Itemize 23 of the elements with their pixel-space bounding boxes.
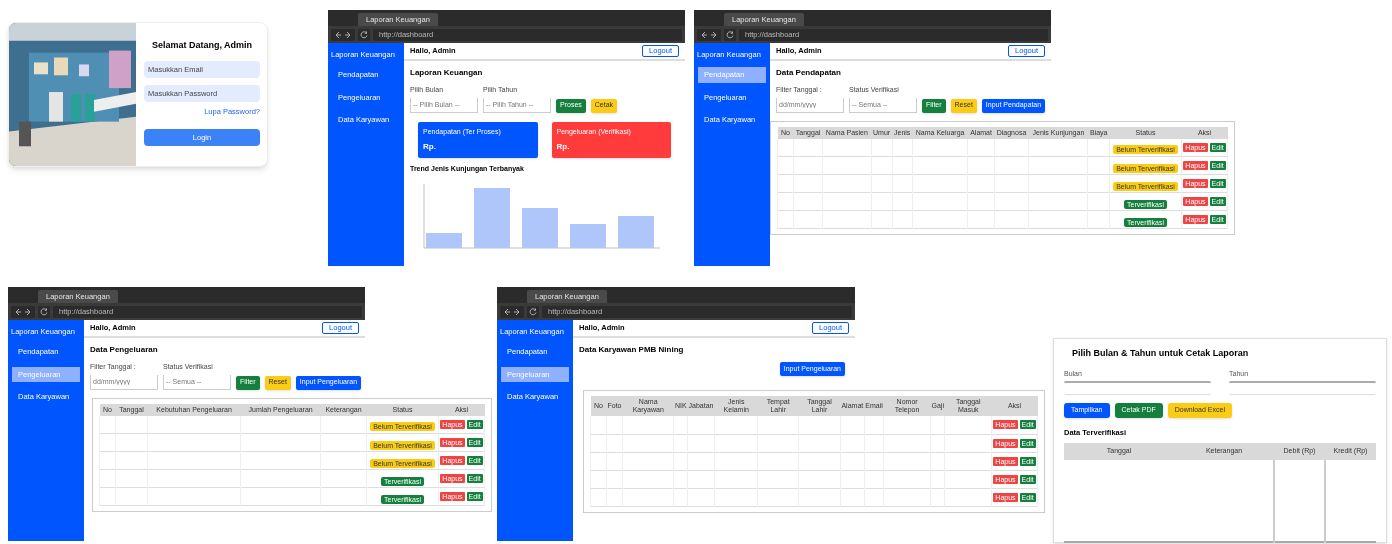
back-forward-icon <box>11 305 35 318</box>
back-forward-icon <box>697 28 721 41</box>
bar <box>474 188 510 248</box>
reload-icon <box>38 305 50 318</box>
reload-icon <box>358 28 370 41</box>
bar <box>522 208 558 248</box>
card-value: Rp. <box>423 141 437 153</box>
bar <box>426 233 462 248</box>
page-title: Laporan Keuangan <box>410 67 484 79</box>
bar <box>570 224 606 248</box>
back-forward-icon <box>500 305 524 318</box>
input-field[interactable] <box>1064 381 1211 395</box>
login-title: Selamat Datang, Admin <box>151 39 253 52</box>
card-value: Rp. <box>556 141 571 153</box>
input-field[interactable] <box>1229 381 1376 395</box>
page-title: Data Pengeluaran <box>90 344 159 356</box>
bar <box>618 216 654 248</box>
page-title: Data Pendapatan <box>776 67 842 79</box>
reload-icon <box>724 28 736 41</box>
reload-icon <box>527 305 539 318</box>
back-forward-icon <box>331 28 355 41</box>
page-title: Data Karyawan PMB Nining <box>579 344 685 356</box>
panel-title: Pilih Bulan & Tahun untuk Cetak Laporan <box>1072 347 1250 360</box>
